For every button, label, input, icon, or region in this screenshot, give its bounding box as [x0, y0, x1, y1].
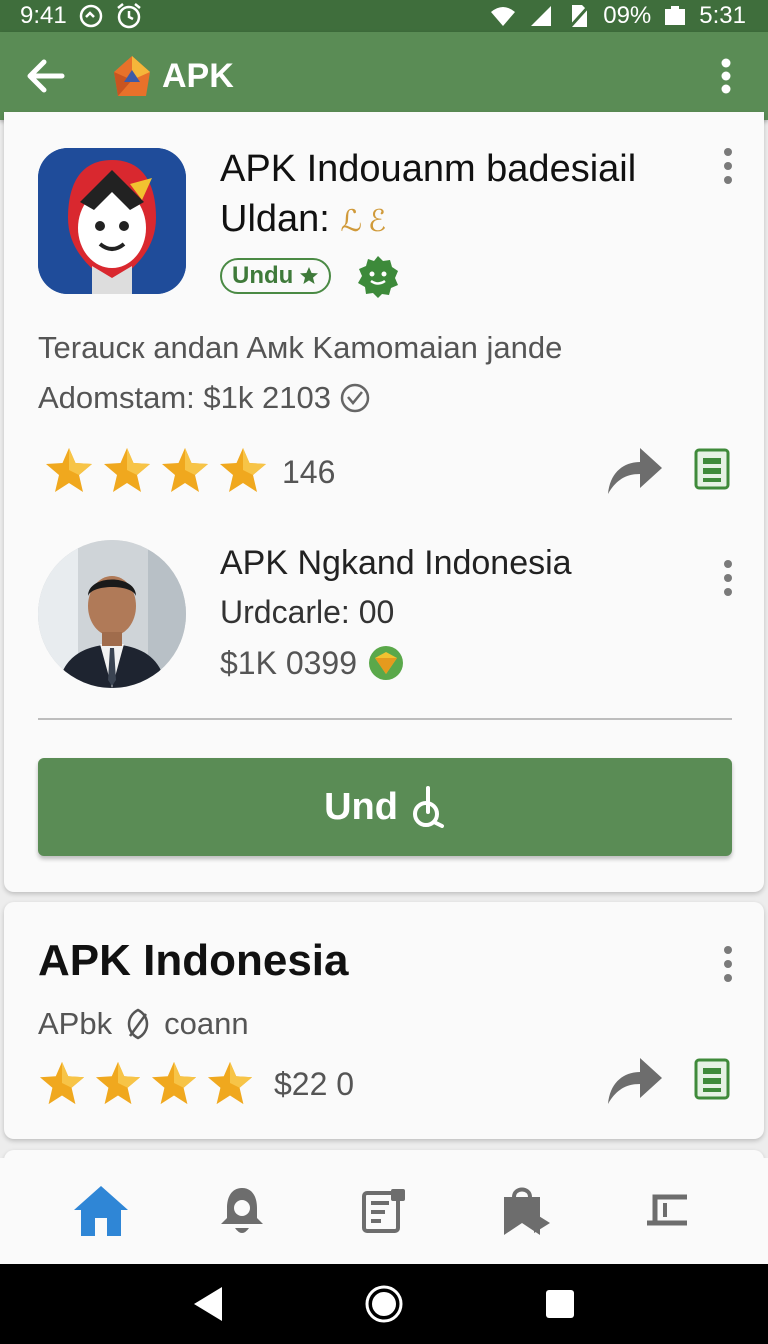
- verified-badge-icon: [358, 256, 398, 298]
- signal-icon: [527, 2, 555, 30]
- star-small-icon: [300, 267, 319, 284]
- dot: [724, 176, 732, 184]
- leaf-icon: [127, 1008, 149, 1040]
- app-title: APK: [162, 56, 234, 95]
- star-icon: [104, 448, 150, 492]
- dot: [724, 574, 732, 582]
- dot: [724, 162, 732, 170]
- battery-percentage: 09%: [603, 2, 652, 29]
- star-icon: [46, 448, 92, 492]
- star-icon: [39, 1061, 85, 1105]
- more-vert-icon: [721, 58, 731, 94]
- share-icon[interactable]: [604, 444, 664, 496]
- card2-more-button[interactable]: [718, 942, 738, 986]
- developer-name: APK Ngkand Indonesia: [220, 544, 572, 582]
- status-time-left: 9:41: [20, 2, 67, 29]
- developer-more-button[interactable]: [718, 556, 738, 600]
- app-name: APK Indouanm badesiail Uldan: ℒ ℰ: [220, 144, 680, 247]
- back-button[interactable]: [20, 50, 72, 102]
- status-left: 9:41: [20, 2, 143, 30]
- card-subtitle-suffix: coann: [164, 1006, 249, 1041]
- wifi-icon: [489, 2, 517, 30]
- app-icon[interactable]: [38, 148, 186, 294]
- developer-price: $1K 0399: [220, 644, 358, 681]
- developer-avatar[interactable]: [38, 540, 186, 688]
- home-icon: [73, 1186, 128, 1236]
- status-time-right: 5:31: [699, 2, 746, 29]
- card-subtitle: APbk: [38, 1006, 113, 1041]
- card-more-button[interactable]: [718, 144, 738, 188]
- dot: [724, 148, 732, 156]
- notification-bell-icon: [221, 1188, 264, 1233]
- system-home-button[interactable]: [359, 1279, 409, 1329]
- system-back-button[interactable]: [183, 1279, 233, 1329]
- app-name-line2-wrap: Uldan: ℒ ℰ: [220, 194, 680, 247]
- bookmark-icon: [503, 1187, 550, 1235]
- gem-icon: [369, 646, 404, 680]
- app-list-card[interactable]: APK Indonesia APbk coann $22 0: [4, 902, 764, 1139]
- spreadsheet-icon[interactable]: [694, 448, 730, 490]
- download-icon: [412, 786, 444, 828]
- overflow-menu-button[interactable]: [704, 50, 748, 102]
- app-name-line2: Uldan:: [220, 198, 330, 240]
- app-logo-icon: [114, 56, 150, 96]
- app-meta: Adomstam: $1k 2103: [38, 380, 331, 415]
- card-title: APK Indonesia: [38, 936, 349, 985]
- dot: [724, 974, 732, 982]
- arrow-left-icon: [27, 59, 65, 93]
- app-icon-image: [38, 148, 186, 294]
- battery-icon: [661, 2, 689, 30]
- app-name-scribble: ℒ ℰ: [340, 205, 387, 238]
- dot: [724, 946, 732, 954]
- divider: [38, 718, 732, 720]
- settings-icon: [647, 1194, 688, 1226]
- star-icon: [95, 1061, 141, 1105]
- no-sim-icon: [565, 2, 593, 30]
- nav-saved[interactable]: [491, 1176, 561, 1246]
- download-badge-label: Undu: [232, 262, 294, 289]
- recents-square-icon: [546, 1290, 574, 1318]
- bottom-navigation: [0, 1158, 768, 1264]
- app-bar: APK: [0, 32, 768, 120]
- download-button[interactable]: Und: [38, 758, 732, 856]
- developer-price-row: $1K 0399: [220, 644, 405, 682]
- app-description: Teraucк andan Aмk Kamomaian jande: [38, 330, 563, 365]
- dot: [724, 960, 732, 968]
- dot: [724, 588, 732, 596]
- system-navigation-bar: [0, 1264, 768, 1344]
- status-bar: 9:41 09% 5:31: [0, 0, 768, 32]
- app-meta-row: Adomstam: $1k 2103: [38, 380, 371, 416]
- card-subtitle-row: APbk coann: [38, 1006, 249, 1042]
- share-icon[interactable]: [604, 1054, 664, 1106]
- list-icon: [361, 1189, 405, 1233]
- star-icon: [220, 448, 266, 492]
- star-icon: [207, 1061, 253, 1105]
- nav-list[interactable]: [349, 1176, 419, 1246]
- developer-subtitle: Urdcarle: 00: [220, 594, 395, 630]
- star-icon: [151, 1061, 197, 1105]
- alarm-icon: [115, 2, 143, 30]
- dot: [724, 560, 732, 568]
- nav-home[interactable]: [66, 1176, 136, 1246]
- system-recents-button[interactable]: [535, 1279, 585, 1329]
- rating-count: 146: [282, 454, 336, 490]
- nav-notifications[interactable]: [207, 1176, 277, 1246]
- star-icon: [162, 448, 208, 492]
- check-circle-icon: [340, 383, 370, 413]
- developer-photo: [38, 540, 186, 688]
- app-detail-card: APK Indouanm badesiail Uldan: ℒ ℰ Undu T…: [4, 112, 764, 892]
- download-badge[interactable]: Undu: [220, 258, 332, 294]
- back-triangle-icon: [194, 1287, 222, 1321]
- rating-stars: [38, 1060, 254, 1106]
- nav-settings[interactable]: [632, 1176, 702, 1246]
- download-button-label: Und: [324, 785, 398, 828]
- card-price: $22 0: [274, 1066, 355, 1102]
- home-circle-icon: [365, 1285, 403, 1323]
- status-right: 09% 5:31: [489, 2, 746, 30]
- sync-icon: [77, 2, 105, 30]
- app-name-line1: APK Indouanm badesiail: [220, 148, 637, 190]
- rating-stars: [44, 446, 268, 494]
- spreadsheet-icon[interactable]: [694, 1058, 730, 1100]
